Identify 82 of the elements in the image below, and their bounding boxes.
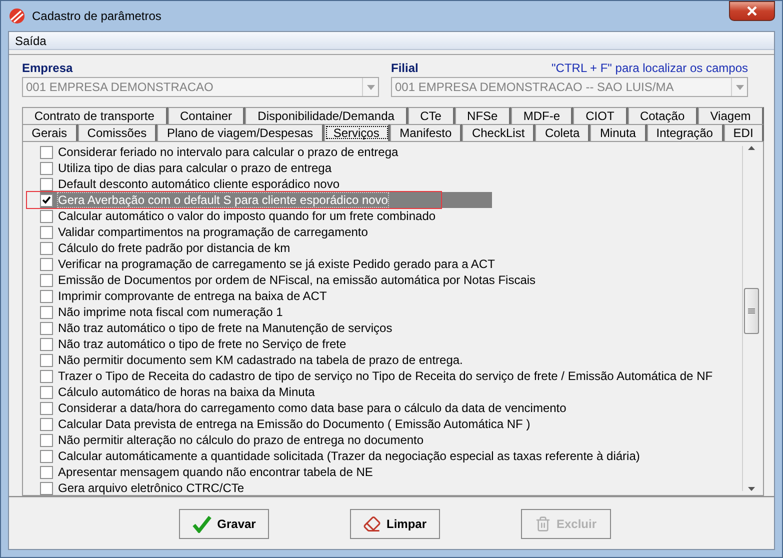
close-icon — [747, 6, 757, 16]
scrollbar[interactable] — [742, 146, 759, 491]
option-label: Considerar a data/hora do carregamento como data base para o cálculo da data de vencimento — [58, 401, 566, 415]
option-label: Não imprime nota fiscal com numeração 1 — [58, 305, 283, 319]
option-label: Não permitir alteração no cálculo do prazo de entrega no documento — [58, 433, 424, 447]
checkbox[interactable] — [40, 466, 53, 478]
scroll-up-icon — [748, 146, 754, 150]
option-label: Validar compartimentos na programação de carregamento — [58, 225, 368, 239]
checkbox[interactable] — [40, 370, 53, 382]
app-logo-icon — [8, 8, 26, 24]
tab[interactable]: CTe — [408, 107, 455, 124]
tab[interactable]: NFSe — [454, 107, 512, 124]
option-label: Calcular automático o valor do imposto quando for um frete combinado — [58, 209, 436, 223]
hint-text: "CTRL + F" para localizar os campos — [552, 61, 748, 75]
option-label: Calcular Data prevista de entrega na Emissão do Documento ( Emissão Automática NF ) — [58, 417, 530, 431]
option-label: Emissão de Documentos por ordem de NFiscal, na emissão automática por Notas Fiscais — [58, 273, 536, 287]
dropdown-arrow-icon — [366, 84, 374, 90]
checkbox[interactable] — [40, 290, 53, 302]
tab[interactable]: CIOT — [573, 107, 628, 124]
tab[interactable]: CheckList — [462, 124, 536, 141]
checkbox[interactable] — [40, 178, 53, 190]
eraser-icon — [363, 514, 382, 532]
tab[interactable]: EDI — [724, 124, 764, 141]
tab[interactable]: Contrato de transporte — [22, 107, 168, 124]
tab[interactable]: Cotação — [628, 107, 698, 124]
checkbox[interactable] — [40, 242, 53, 254]
checkbox[interactable] — [40, 450, 53, 462]
checkbox[interactable] — [40, 482, 53, 494]
trash-icon — [535, 516, 552, 532]
tab[interactable]: Minuta — [590, 124, 647, 141]
tab[interactable]: Plano de viagem/Despesas — [157, 124, 324, 141]
tab[interactable]: Serviços — [324, 124, 390, 141]
tab[interactable]: Disponibilidade/Demanda — [245, 107, 408, 124]
tab[interactable]: Manifesto — [390, 124, 462, 141]
checkbox[interactable] — [40, 386, 53, 398]
checkbox[interactable] — [40, 306, 53, 318]
save-button[interactable]: Gravar — [179, 508, 269, 538]
checkbox[interactable] — [40, 338, 53, 350]
option-label: Apresentar mensagem quando não encontrar tabela de NE — [58, 465, 373, 479]
option-label: Imprimir comprovante de entrega na baixa de ACT — [58, 289, 327, 303]
checkbox[interactable] — [40, 210, 53, 222]
close-button[interactable] — [729, 1, 775, 21]
checkbox[interactable] — [40, 274, 53, 286]
tab[interactable]: MDF-e — [511, 107, 574, 124]
option-label: Cálculo automático de horas na baixa da Minuta — [58, 385, 315, 399]
checkbox[interactable] — [40, 226, 53, 238]
tab[interactable]: Coleta — [535, 124, 590, 141]
checkbox[interactable] — [40, 402, 53, 414]
tab[interactable]: Integração — [646, 124, 724, 141]
checkbox[interactable] — [40, 194, 53, 206]
option-label: Verificar na programação de carregamento se já existe Pedido gerado para a ACT — [58, 257, 495, 271]
scroll-down-icon — [748, 487, 754, 491]
option-label: Não traz automático o tipo de frete na Manutenção de serviços — [58, 321, 392, 335]
option-label: Utiliza tipo de dias para calcular o prazo de entrega — [58, 161, 332, 175]
tab[interactable]: Container — [168, 107, 246, 124]
checkbox[interactable] — [40, 354, 53, 366]
option-label: Não traz automático o tipo de frete no Serviço de frete — [58, 337, 346, 351]
option-label: Cálculo do frete padrão por distancia de km — [58, 241, 290, 255]
option-label: Gera Averbação com o default S para cliente esporádico novo — [58, 193, 388, 207]
option-label: Considerar feriado no intervalo para calcular o prazo de entrega — [58, 145, 398, 159]
checkbox[interactable] — [40, 162, 53, 174]
option-label: Calcular automáticamente a quantidade solicitada (Trazer da negociação especial as taxas referente à diária) — [58, 449, 640, 463]
check-icon — [192, 514, 212, 532]
option-label: Não permitir documento sem KM cadastrado na tabela de prazo de entrega. — [58, 353, 463, 367]
option-label: Default desconto automático cliente esporádico novo — [58, 177, 340, 191]
checkbox[interactable] — [40, 146, 53, 158]
field-label: Filial — [391, 61, 418, 75]
clear-button[interactable]: Limpar — [350, 508, 440, 538]
checkbox[interactable] — [40, 322, 53, 334]
dropdown-arrow-icon — [736, 84, 744, 90]
checkbox[interactable] — [40, 434, 53, 446]
menu-item[interactable]: Saída — [15, 34, 46, 48]
window-title: Cadastro de parâmetros — [32, 9, 162, 23]
tab[interactable]: Viagem — [698, 107, 764, 124]
field-label: Empresa — [22, 61, 74, 75]
checkbox[interactable] — [40, 418, 53, 430]
option-label: Trazer o Tipo de Receita do cadastro de tipo de serviço no Tipo de Receita do serviço de frete / Emissão Automática de NF — [58, 369, 713, 383]
scrollbar-thumb[interactable] — [744, 288, 758, 334]
tab[interactable]: Comissões — [78, 124, 158, 141]
option-label: Gera arquivo eletrônico CTRC/CTe — [58, 481, 244, 495]
checkbox[interactable] — [40, 258, 53, 270]
tab[interactable]: Gerais — [22, 124, 78, 141]
